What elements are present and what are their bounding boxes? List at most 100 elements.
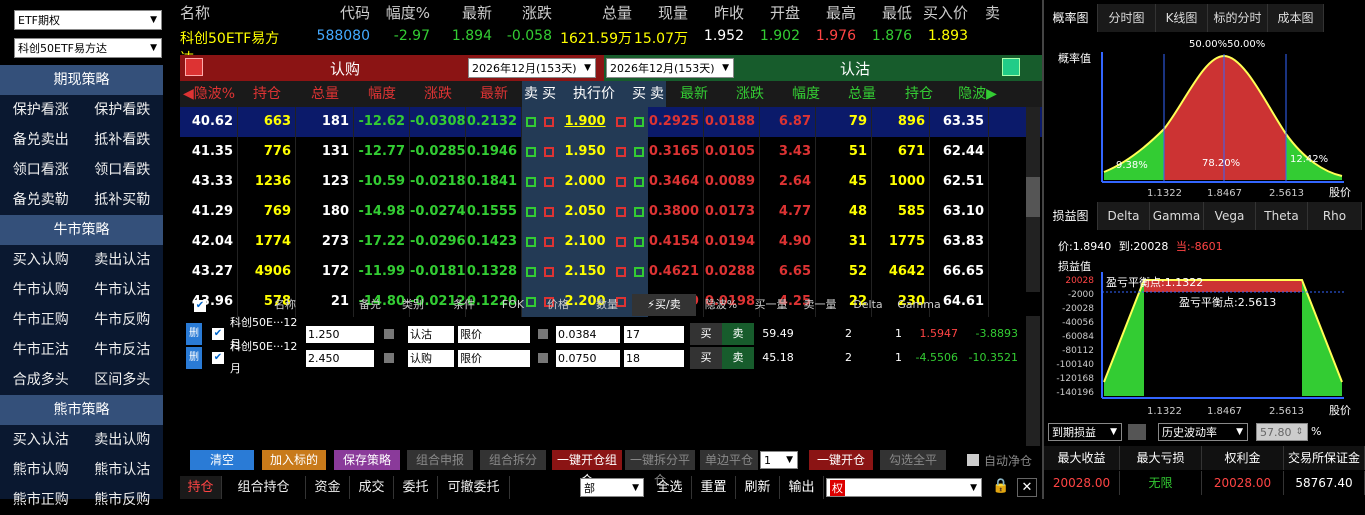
greek-tab[interactable]: Theta [1256, 202, 1308, 230]
put-cell[interactable]: 0.0188 [704, 107, 760, 137]
leg-sell-button[interactable]: 卖 [722, 347, 754, 369]
filter-select[interactable]: 部 ▼ [580, 478, 644, 497]
chain-header-cell[interactable]: 执行价 [558, 81, 630, 107]
call-cell[interactable]: 0.1423 [466, 227, 522, 257]
put-cell[interactable]: 45 [816, 167, 872, 197]
strategy-item[interactable]: 领口看涨 [0, 155, 82, 185]
put-cell[interactable]: 896 [872, 107, 930, 137]
chart-tab[interactable]: 概率图 [1044, 4, 1098, 32]
chart-tab[interactable]: 标的分时 [1208, 4, 1268, 32]
strategy-item[interactable]: 卖出认沽 [82, 245, 164, 275]
put-buy-checkbox[interactable] [616, 117, 626, 127]
strategy-item[interactable]: 抵补看跌 [82, 125, 164, 155]
save-strategy-button[interactable]: 保存策略 [334, 450, 400, 470]
leg-buy-button[interactable]: 买 [690, 347, 722, 369]
call-sell-checkbox[interactable] [526, 177, 536, 187]
put-sell-checkbox[interactable] [634, 237, 644, 247]
call-cell[interactable]: -0.0285 [410, 137, 466, 167]
call-calc-icon[interactable] [185, 58, 203, 76]
strategy-item[interactable]: 备兑卖出 [0, 125, 82, 155]
put-cell[interactable]: 63.10 [930, 197, 989, 227]
chain-header-cell[interactable]: 持仓 [238, 81, 296, 107]
bottom-tab[interactable]: 可撤委托 [438, 476, 510, 499]
call-buy-checkbox[interactable] [544, 207, 554, 217]
leg-checkbox[interactable]: ✔ [212, 352, 224, 364]
leg-qty-input[interactable]: 17 [624, 325, 684, 343]
bottom-tab[interactable]: 持仓 [180, 476, 222, 499]
combo-split-button[interactable]: 组合拆分 [480, 450, 546, 470]
put-sell-checkbox[interactable] [634, 267, 644, 277]
put-cell[interactable]: 63.83 [930, 227, 989, 257]
strategy-item[interactable]: 卖出认购 [82, 425, 164, 455]
call-cell[interactable]: 172 [296, 257, 354, 287]
call-cell[interactable]: -12.77 [354, 137, 410, 167]
greek-tab[interactable]: Delta [1098, 202, 1150, 230]
strategy-item[interactable]: 牛市正沽 [0, 335, 82, 365]
call-cell[interactable]: 123 [296, 167, 354, 197]
fok-checkbox[interactable] [538, 329, 548, 339]
vol-select[interactable]: 历史波动率 ▼ [1158, 423, 1248, 441]
strategy-item[interactable]: 买入认购 [0, 245, 82, 275]
leg-condition-select[interactable]: 限价 [458, 325, 530, 343]
call-cell[interactable]: 40.62 [180, 107, 238, 137]
put-cell[interactable]: 0.3464 [648, 167, 704, 197]
strategy-item[interactable]: 保护看跌 [82, 95, 164, 125]
call-cell[interactable]: 131 [296, 137, 354, 167]
call-cell[interactable]: 42.04 [180, 227, 238, 257]
sidebar-section[interactable]: 熊市策略 [0, 395, 163, 425]
put-cell[interactable]: 6.87 [760, 107, 816, 137]
clear-button[interactable]: 清空 [190, 450, 254, 470]
put-cell[interactable]: 4.77 [760, 197, 816, 227]
chain-header-cell[interactable]: 涨跌 [722, 81, 778, 107]
strategy-item[interactable]: 熊市认购 [0, 455, 82, 485]
put-cell[interactable]: 1000 [872, 167, 930, 197]
select-all-checkbox[interactable]: ✔ [180, 294, 220, 316]
call-buy-checkbox[interactable] [544, 117, 554, 127]
strategy-item[interactable]: 备兑卖勒 [0, 185, 82, 215]
strategy-item[interactable]: 买入认沽 [0, 425, 82, 455]
put-cell[interactable]: 0.0194 [704, 227, 760, 257]
chain-row[interactable]: 43.33 1236 123 -10.59 -0.0218 0.1841 2.000 0.34… [180, 167, 1042, 197]
one-click-open-combo-button[interactable]: 一键开仓组合 [552, 450, 622, 487]
bottom-action-button[interactable]: 刷新 [736, 476, 780, 499]
settings-icon[interactable] [1128, 424, 1146, 440]
check-all-close-button[interactable]: 勾选全平 [880, 450, 946, 470]
chain-header-cell[interactable]: 最新 [666, 81, 722, 107]
chain-scrollbar[interactable] [1026, 107, 1040, 292]
chain-row[interactable]: 43.27 4906 172 -11.99 -0.0181 0.1328 2.150 0.46… [180, 257, 1042, 287]
lock-icon[interactable]: 🔒 [992, 478, 1009, 497]
call-cell[interactable]: -0.0218 [410, 167, 466, 197]
call-sell-checkbox[interactable] [526, 237, 536, 247]
call-sell-checkbox[interactable] [526, 207, 536, 217]
leg-price-input[interactable]: 0.0750 [556, 349, 620, 367]
call-cell[interactable]: -0.0274 [410, 197, 466, 227]
put-cell[interactable]: 4642 [872, 257, 930, 287]
put-cell[interactable]: 3.43 [760, 137, 816, 167]
put-cell[interactable]: 0.0105 [704, 137, 760, 167]
bottom-action-button[interactable]: 重置 [692, 476, 736, 499]
strike-price[interactable]: 1.900 [558, 107, 612, 137]
one-click-split-close-button[interactable]: 一键拆分平仓 [625, 450, 695, 487]
call-cell[interactable]: 41.29 [180, 197, 238, 227]
pnl-mode-select[interactable]: 到期损益 ▼ [1048, 423, 1122, 441]
call-cell[interactable]: 41.35 [180, 137, 238, 167]
call-cell[interactable]: 43.33 [180, 167, 238, 197]
greek-tab[interactable]: 损益图 [1044, 202, 1098, 230]
chart-tab[interactable]: 成本图 [1268, 4, 1324, 32]
expiry-select-left[interactable]: 2026年12月(153天) ▼ [468, 58, 596, 78]
chain-header-cell[interactable]: 隐波▶ [948, 81, 1007, 107]
call-cell[interactable]: 776 [238, 137, 296, 167]
chain-header-cell[interactable]: ◀隐波% [180, 81, 238, 107]
sidebar-section[interactable]: 牛市策略 [0, 215, 163, 245]
put-cell[interactable]: 79 [816, 107, 872, 137]
call-cell[interactable]: 0.2132 [466, 107, 522, 137]
delete-leg-button[interactable]: 删 [186, 323, 202, 345]
call-sell-checkbox[interactable] [526, 117, 536, 127]
bottom-action-button[interactable]: 输出 [780, 476, 824, 499]
put-cell[interactable]: 1775 [872, 227, 930, 257]
covered-checkbox[interactable] [384, 353, 394, 363]
chain-header-cell[interactable]: 最新 [466, 81, 522, 107]
chain-header-cell[interactable]: 买 [630, 81, 648, 107]
bottom-tab[interactable]: 成交 [350, 476, 394, 499]
call-cell[interactable]: 769 [238, 197, 296, 227]
